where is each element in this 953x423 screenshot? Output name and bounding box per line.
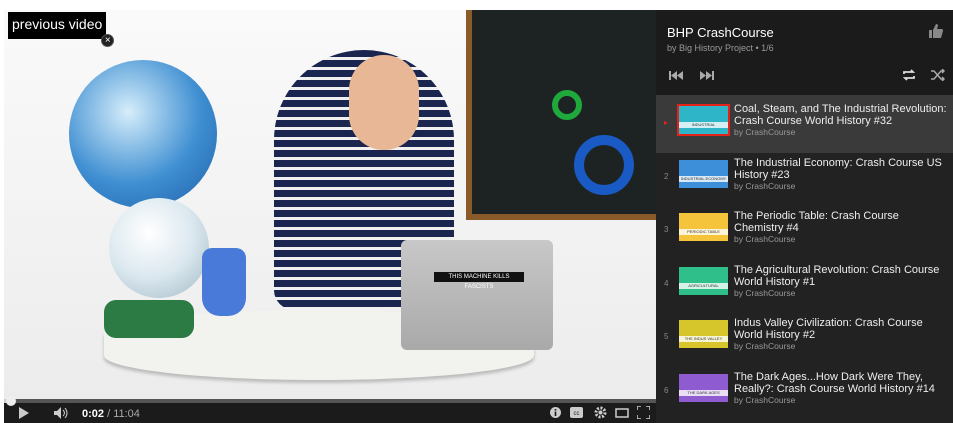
globe-base: [104, 300, 194, 338]
youtube-embed-player: THIS MACHINE KILLS FASCISTS previous vid…: [0, 0, 953, 423]
thumbnail-caption: THE INDUS VALLEY CIVILIZATION: [679, 336, 728, 342]
current-time: 0:02: [82, 408, 105, 420]
video-thumbnail[interactable]: INDUSTRIAL ECONOMY: [679, 159, 728, 188]
playlist-item-channel: by CrashCourse: [734, 127, 796, 137]
video-thumbnail[interactable]: AGRICULTURAL REVOLUTION: [679, 266, 728, 295]
play-icon[interactable]: [18, 407, 30, 419]
playlist-item-title[interactable]: The Industrial Economy: Crash Course US …: [734, 157, 950, 192]
playlist-item[interactable]: 2 INDUSTRIAL ECONOMY The Industrial Econom…: [656, 149, 953, 207]
globe-image: [109, 198, 209, 298]
settings-icon[interactable]: [594, 406, 607, 419]
playlist-item-index: 6: [664, 385, 669, 395]
playlist-item-title[interactable]: The Dark Ages...How Dark Were They, Real…: [734, 371, 950, 406]
playlist-item-title-text: Indus Valley Civilization: Crash Course …: [734, 317, 923, 341]
playlist-item[interactable]: 5 THE INDUS VALLEY CIVILIZATION Indus Vall…: [656, 309, 953, 367]
playlist-item-channel: by CrashCourse: [734, 287, 796, 298]
thumbnail-caption: INDUSTRIAL REVOLUTION: [679, 122, 728, 128]
captions-icon[interactable]: cc: [570, 407, 583, 418]
now-playing-indicator: ▸: [664, 118, 669, 127]
thumbnail-caption: PERIODIC TABLE: [679, 229, 728, 235]
playlist-item-title-text: The Agricultural Revolution: Crash Cours…: [734, 263, 940, 288]
previous-track-icon[interactable]: [669, 71, 683, 80]
video-thumbnail[interactable]: PERIODIC TABLE: [679, 213, 728, 241]
playlist-panel: BHP CrashCourse by Big History Project •…: [656, 10, 953, 423]
shuffle-icon[interactable]: [931, 69, 945, 81]
laptop-sticker: THIS MACHINE KILLS FASCISTS: [434, 272, 524, 290]
playlist-item-channel: by CrashCourse: [734, 234, 796, 244]
duration: / 11:04: [107, 408, 140, 420]
time-display: 0:02 / 11:04: [82, 408, 140, 420]
playlist-item[interactable]: 3 PERIODIC TABLE The Periodic Table: Crash…: [656, 202, 953, 260]
playlist-item-title-text: The Periodic Table: Crash Course Chemist…: [734, 210, 899, 234]
presenter-head: [349, 55, 419, 150]
playlist-item-channel: by CrashCourse: [734, 394, 796, 405]
playlist-item[interactable]: 6 THE DARK AGES The Dark Ages...How Dark W…: [656, 363, 953, 421]
next-track-icon[interactable]: [700, 71, 714, 80]
playlist-item-index: 4: [664, 278, 669, 288]
video-thumbnail[interactable]: INDUSTRIAL REVOLUTION: [677, 104, 730, 136]
laptop-image: [401, 240, 553, 350]
previous-video-button[interactable]: previous video ×: [8, 12, 115, 47]
repeat-icon[interactable]: [902, 69, 916, 81]
playlist-item-index: 3: [664, 225, 669, 234]
globe-image: [69, 60, 217, 208]
flower-vase-image: [202, 248, 246, 316]
thumbs-up-icon[interactable]: [929, 24, 943, 38]
playlist-title[interactable]: BHP CrashCourse: [667, 25, 774, 40]
playlist-item-title-text: Coal, Steam, and The Industrial Revoluti…: [734, 103, 947, 127]
gear-drawing: [552, 90, 582, 120]
playlist-item[interactable]: ▸ INDUSTRIAL REVOLUTION Coal, Steam, and T…: [656, 95, 953, 153]
playlist-item-title[interactable]: Indus Valley Civilization: Crash Course …: [734, 317, 950, 352]
thumbnail-caption: THE DARK AGES: [679, 389, 728, 396]
thumbnail-caption: INDUSTRIAL ECONOMY: [679, 175, 728, 182]
gear-drawing: [574, 135, 634, 195]
thumbnail-caption: AGRICULTURAL REVOLUTION: [679, 282, 728, 289]
svg-text:cc: cc: [574, 411, 580, 417]
video-frame[interactable]: THIS MACHINE KILLS FASCISTS: [4, 10, 656, 402]
fullscreen-icon[interactable]: [637, 406, 650, 419]
progress-scrubber[interactable]: [5, 396, 16, 406]
playlist-item[interactable]: 4 AGRICULTURAL REVOLUTION The Agricultural…: [656, 256, 953, 314]
video-thumbnail[interactable]: THE DARK AGES: [679, 373, 728, 402]
playlist-item-title[interactable]: The Agricultural Revolution: Crash Cours…: [734, 264, 950, 299]
playlist-item-channel: by CrashCourse: [734, 180, 796, 191]
playlist-item-title-text: The Industrial Economy: Crash Course US …: [734, 156, 942, 181]
playlist-item-title[interactable]: The Periodic Table: Crash Course Chemist…: [734, 210, 950, 245]
playlist-item-title[interactable]: Coal, Steam, and The Industrial Revoluti…: [734, 103, 950, 138]
video-thumbnail[interactable]: THE INDUS VALLEY CIVILIZATION: [679, 320, 728, 348]
info-icon[interactable]: [550, 407, 561, 418]
playlist-subtitle: by Big History Project • 1/6: [667, 43, 774, 53]
playlist-header: BHP CrashCourse by Big History Project •…: [656, 10, 953, 95]
playlist-item-index: 5: [664, 332, 669, 341]
previous-video-label: previous video: [12, 16, 103, 32]
theater-icon[interactable]: [615, 408, 629, 418]
progress-bar[interactable]: [4, 396, 656, 406]
playlist-item-title-text: The Dark Ages...How Dark Were They, Real…: [734, 370, 935, 395]
volume-icon[interactable]: [54, 407, 70, 419]
playlist-item-channel: by CrashCourse: [734, 341, 796, 351]
player-controls: 0:02 / 11:04 cc: [4, 396, 656, 423]
playlist-item-index: 2: [664, 171, 669, 181]
